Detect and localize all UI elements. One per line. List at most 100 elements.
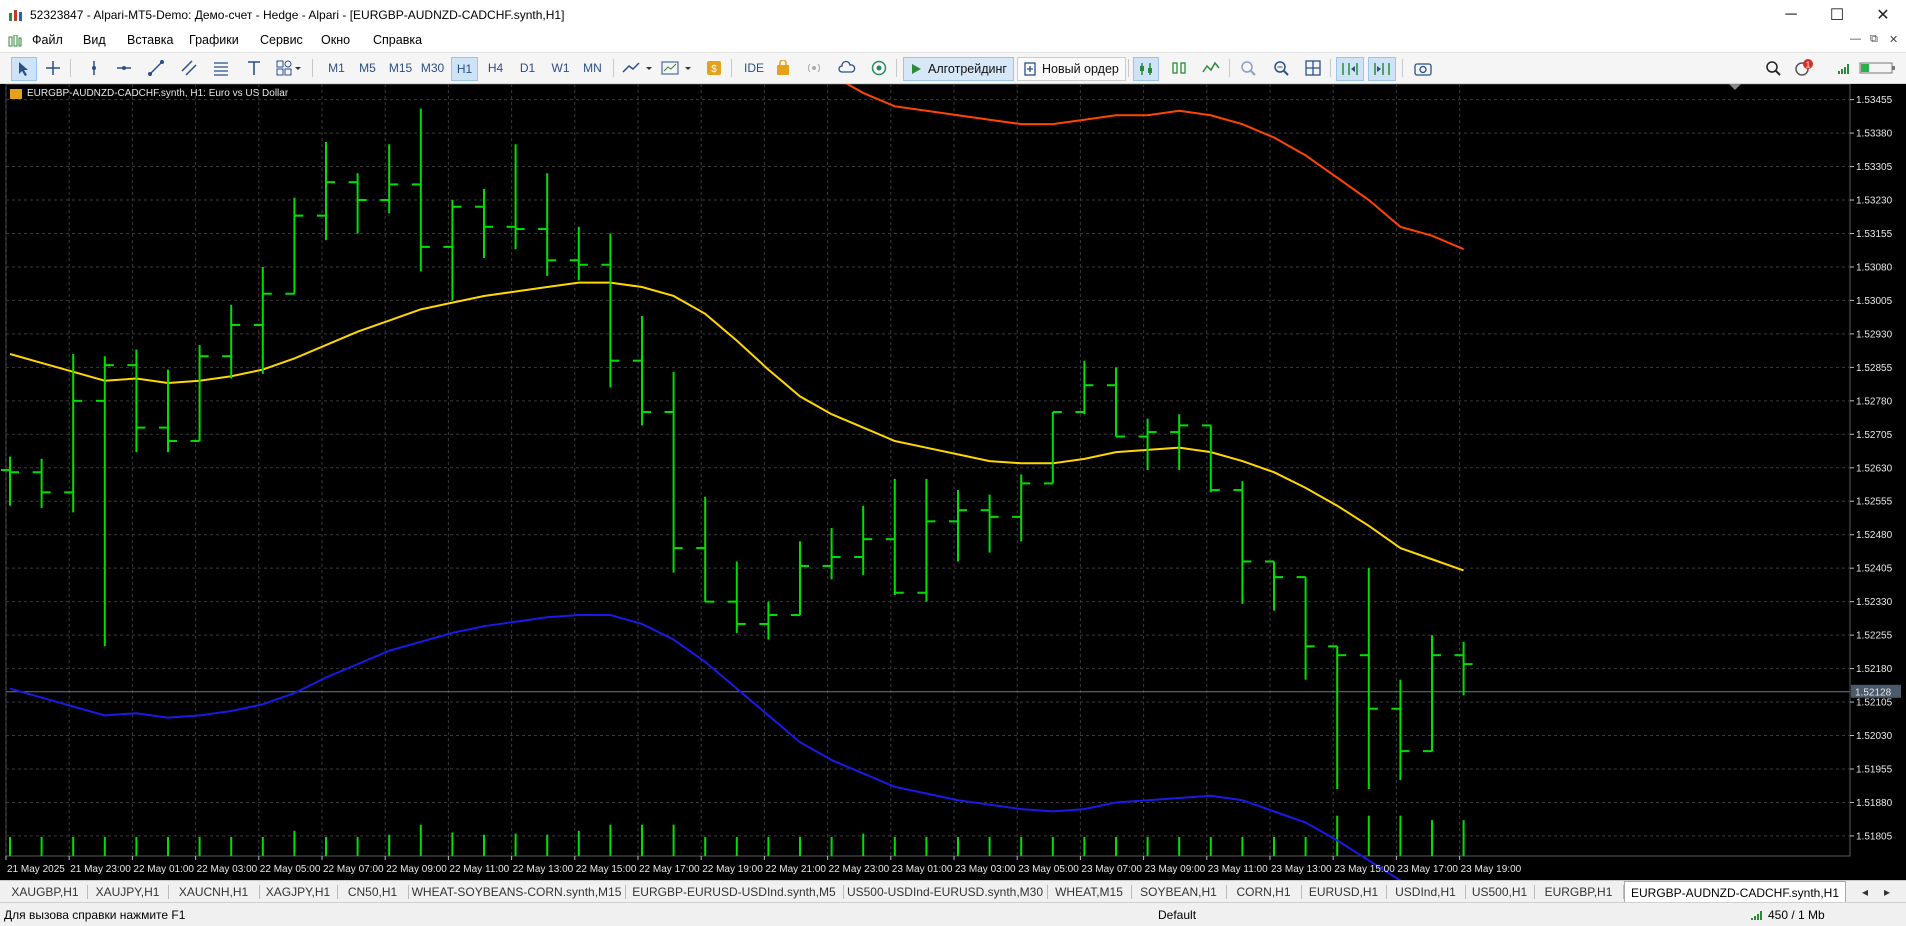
chart-tab[interactable]: CORN,H1: [1227, 883, 1300, 901]
mdi-close-button[interactable]: ✕: [1889, 33, 1898, 46]
timeframe-d1[interactable]: D1: [515, 57, 540, 79]
maximize-button[interactable]: ☐: [1814, 0, 1860, 30]
ohlc-bar: [885, 478, 904, 595]
chart-tab[interactable]: US500-USDInd-EURUSD.synth,M30: [844, 883, 1046, 901]
zoom-in-icon[interactable]: [1237, 57, 1259, 79]
cloud-icon[interactable]: [836, 57, 858, 79]
algotrading-button[interactable]: Алготрейдинг: [903, 57, 1014, 81]
ohlc-bar: [1107, 367, 1125, 438]
vps-icon[interactable]: [868, 57, 890, 79]
timeframe-m5[interactable]: M5: [355, 57, 380, 79]
timeframe-h1[interactable]: H1: [451, 57, 478, 81]
status-profile[interactable]: Default: [1158, 908, 1196, 922]
notifications-icon[interactable]: 1: [1792, 57, 1816, 79]
channel-icon[interactable]: [178, 57, 200, 79]
time-axis-label: 22 May 01:00: [133, 864, 194, 875]
chart-tab[interactable]: XAUCNH,H1: [169, 883, 258, 901]
fibonacci-icon[interactable]: [210, 57, 232, 79]
timeframe-m15[interactable]: M15: [386, 57, 415, 79]
chart-tab[interactable]: EURUSD,H1: [1302, 883, 1385, 901]
screenshot-icon[interactable]: [1411, 57, 1435, 79]
minimize-button[interactable]: ─: [1768, 0, 1814, 30]
ohlc-bar: [1391, 679, 1410, 781]
ide-button[interactable]: IDE: [740, 57, 768, 79]
chart-tab[interactable]: WHEAT-SOYBEANS-CORN.synth,M15: [409, 883, 624, 901]
depth-icon[interactable]: [1133, 57, 1159, 81]
tile-windows-icon[interactable]: [1302, 57, 1324, 79]
menu-help[interactable]: Справка: [373, 33, 422, 47]
ohlc-bar: [633, 316, 651, 426]
price-axis-label: 1.52630: [1856, 463, 1893, 474]
timeframe-m1[interactable]: M1: [324, 57, 349, 79]
chart-tab[interactable]: EURGBP-AUDNZD-CADCHF.synth,H1: [1624, 881, 1846, 903]
chart-tab[interactable]: XAGJPY,H1: [260, 883, 336, 901]
timeframe-mn[interactable]: MN: [579, 57, 606, 79]
chart-tab[interactable]: XAUJPY,H1: [88, 883, 167, 901]
price-axis-label: 1.52255: [1856, 631, 1893, 642]
menu-bar: Файл Вид Вставка Графики Сервис Окно Спр…: [0, 30, 1906, 53]
mdi-restore-button[interactable]: ⧉: [1870, 33, 1878, 46]
mdi-minimize-button[interactable]: —: [1850, 33, 1861, 45]
ohlc-bar: [348, 173, 367, 234]
chart-tab[interactable]: USDInd,H1: [1387, 883, 1464, 901]
price-chart[interactable]: 1.53455 1.53380 1.53305 1.53230 1.53155 1.530…: [0, 84, 1906, 880]
ohlc-bar: [1328, 645, 1347, 790]
svg-text:$: $: [711, 64, 717, 75]
new-order-icon: [1024, 62, 1036, 76]
chart-tab[interactable]: WHEAT,M15: [1048, 883, 1130, 901]
search-icon[interactable]: [1762, 57, 1784, 79]
trade-icon[interactable]: $: [703, 57, 725, 79]
tabs-scroll-right-icon[interactable]: ▸: [1884, 883, 1890, 901]
timeframe-m30[interactable]: M30: [418, 57, 447, 79]
time-axis-label: 23 May 15:00: [1334, 864, 1395, 875]
algotrading-label: Алготрейдинг: [928, 62, 1007, 76]
vertical-line-icon[interactable]: [83, 57, 105, 79]
menu-insert[interactable]: Вставка: [127, 33, 173, 47]
chart-tab[interactable]: EURGBP,H1: [1535, 883, 1622, 901]
horizontal-line-icon[interactable]: [113, 57, 135, 79]
chart-area[interactable]: 1.53455 1.53380 1.53305 1.53230 1.53155 1.530…: [0, 84, 1906, 880]
connection-icon: [1751, 911, 1762, 920]
title-bar: 52323847 - Alpari-MT5-Demo: Демо-счет - …: [0, 0, 1906, 30]
ohlc-bar: [696, 496, 715, 603]
cursor-icon[interactable]: [11, 57, 37, 81]
menu-view[interactable]: Вид: [83, 33, 106, 47]
trendline-icon[interactable]: [145, 57, 167, 79]
line-chart-icon[interactable]: [1200, 57, 1222, 79]
price-axis-label: 1.51880: [1856, 798, 1893, 809]
chart-tab[interactable]: SOYBEAN,H1: [1132, 883, 1225, 901]
ohlc-bar: [601, 233, 620, 388]
chart-tab[interactable]: CN50,H1: [338, 883, 407, 901]
market-bag-icon[interactable]: [772, 57, 794, 79]
chart-shift-marker: [1729, 84, 1741, 90]
autoscroll-icon[interactable]: [1336, 57, 1364, 81]
chart-tabs: XAUGBP,H1 XAUJPY,H1 XAUCNH,H1 XAGJPY,H1 CN50…: [0, 880, 1906, 903]
ohlc-bar: [854, 505, 873, 575]
text-tool-icon[interactable]: [243, 57, 265, 79]
shapes-icon[interactable]: [274, 57, 304, 79]
close-button[interactable]: ✕: [1860, 0, 1906, 30]
chart-tab[interactable]: US500,H1: [1466, 883, 1533, 901]
ohlc-bar: [475, 188, 493, 259]
price-axis-label: 1.52705: [1856, 430, 1893, 441]
chart-tab[interactable]: EURGBP-EURUSD-USDInd.synth,M5: [626, 883, 842, 901]
menu-window[interactable]: Окно: [321, 33, 350, 47]
new-order-button[interactable]: Новый ордер: [1017, 57, 1126, 81]
zoom-out-icon[interactable]: [1270, 57, 1292, 79]
chart-shift-icon[interactable]: [1368, 57, 1396, 81]
timeframe-h4[interactable]: H4: [483, 57, 508, 79]
chart-type-icon[interactable]: [620, 57, 656, 79]
candles-icon[interactable]: [1168, 57, 1190, 79]
indicators-icon[interactable]: [660, 57, 698, 79]
signals-icon[interactable]: [803, 57, 825, 79]
ohlc-bar: [64, 353, 83, 513]
menu-file[interactable]: Файл: [32, 33, 63, 47]
crosshair-icon[interactable]: [42, 57, 64, 79]
timeframe-w1[interactable]: W1: [548, 57, 573, 79]
menu-tools[interactable]: Сервис: [260, 33, 303, 47]
tabs-scroll-left-icon[interactable]: ◂: [1862, 883, 1868, 901]
menu-charts[interactable]: Графики: [189, 33, 239, 47]
price-axis-label: 1.53080: [1856, 262, 1893, 273]
chart-header-icon: [10, 88, 22, 99]
chart-tab[interactable]: XAUGBP,H1: [4, 883, 86, 901]
